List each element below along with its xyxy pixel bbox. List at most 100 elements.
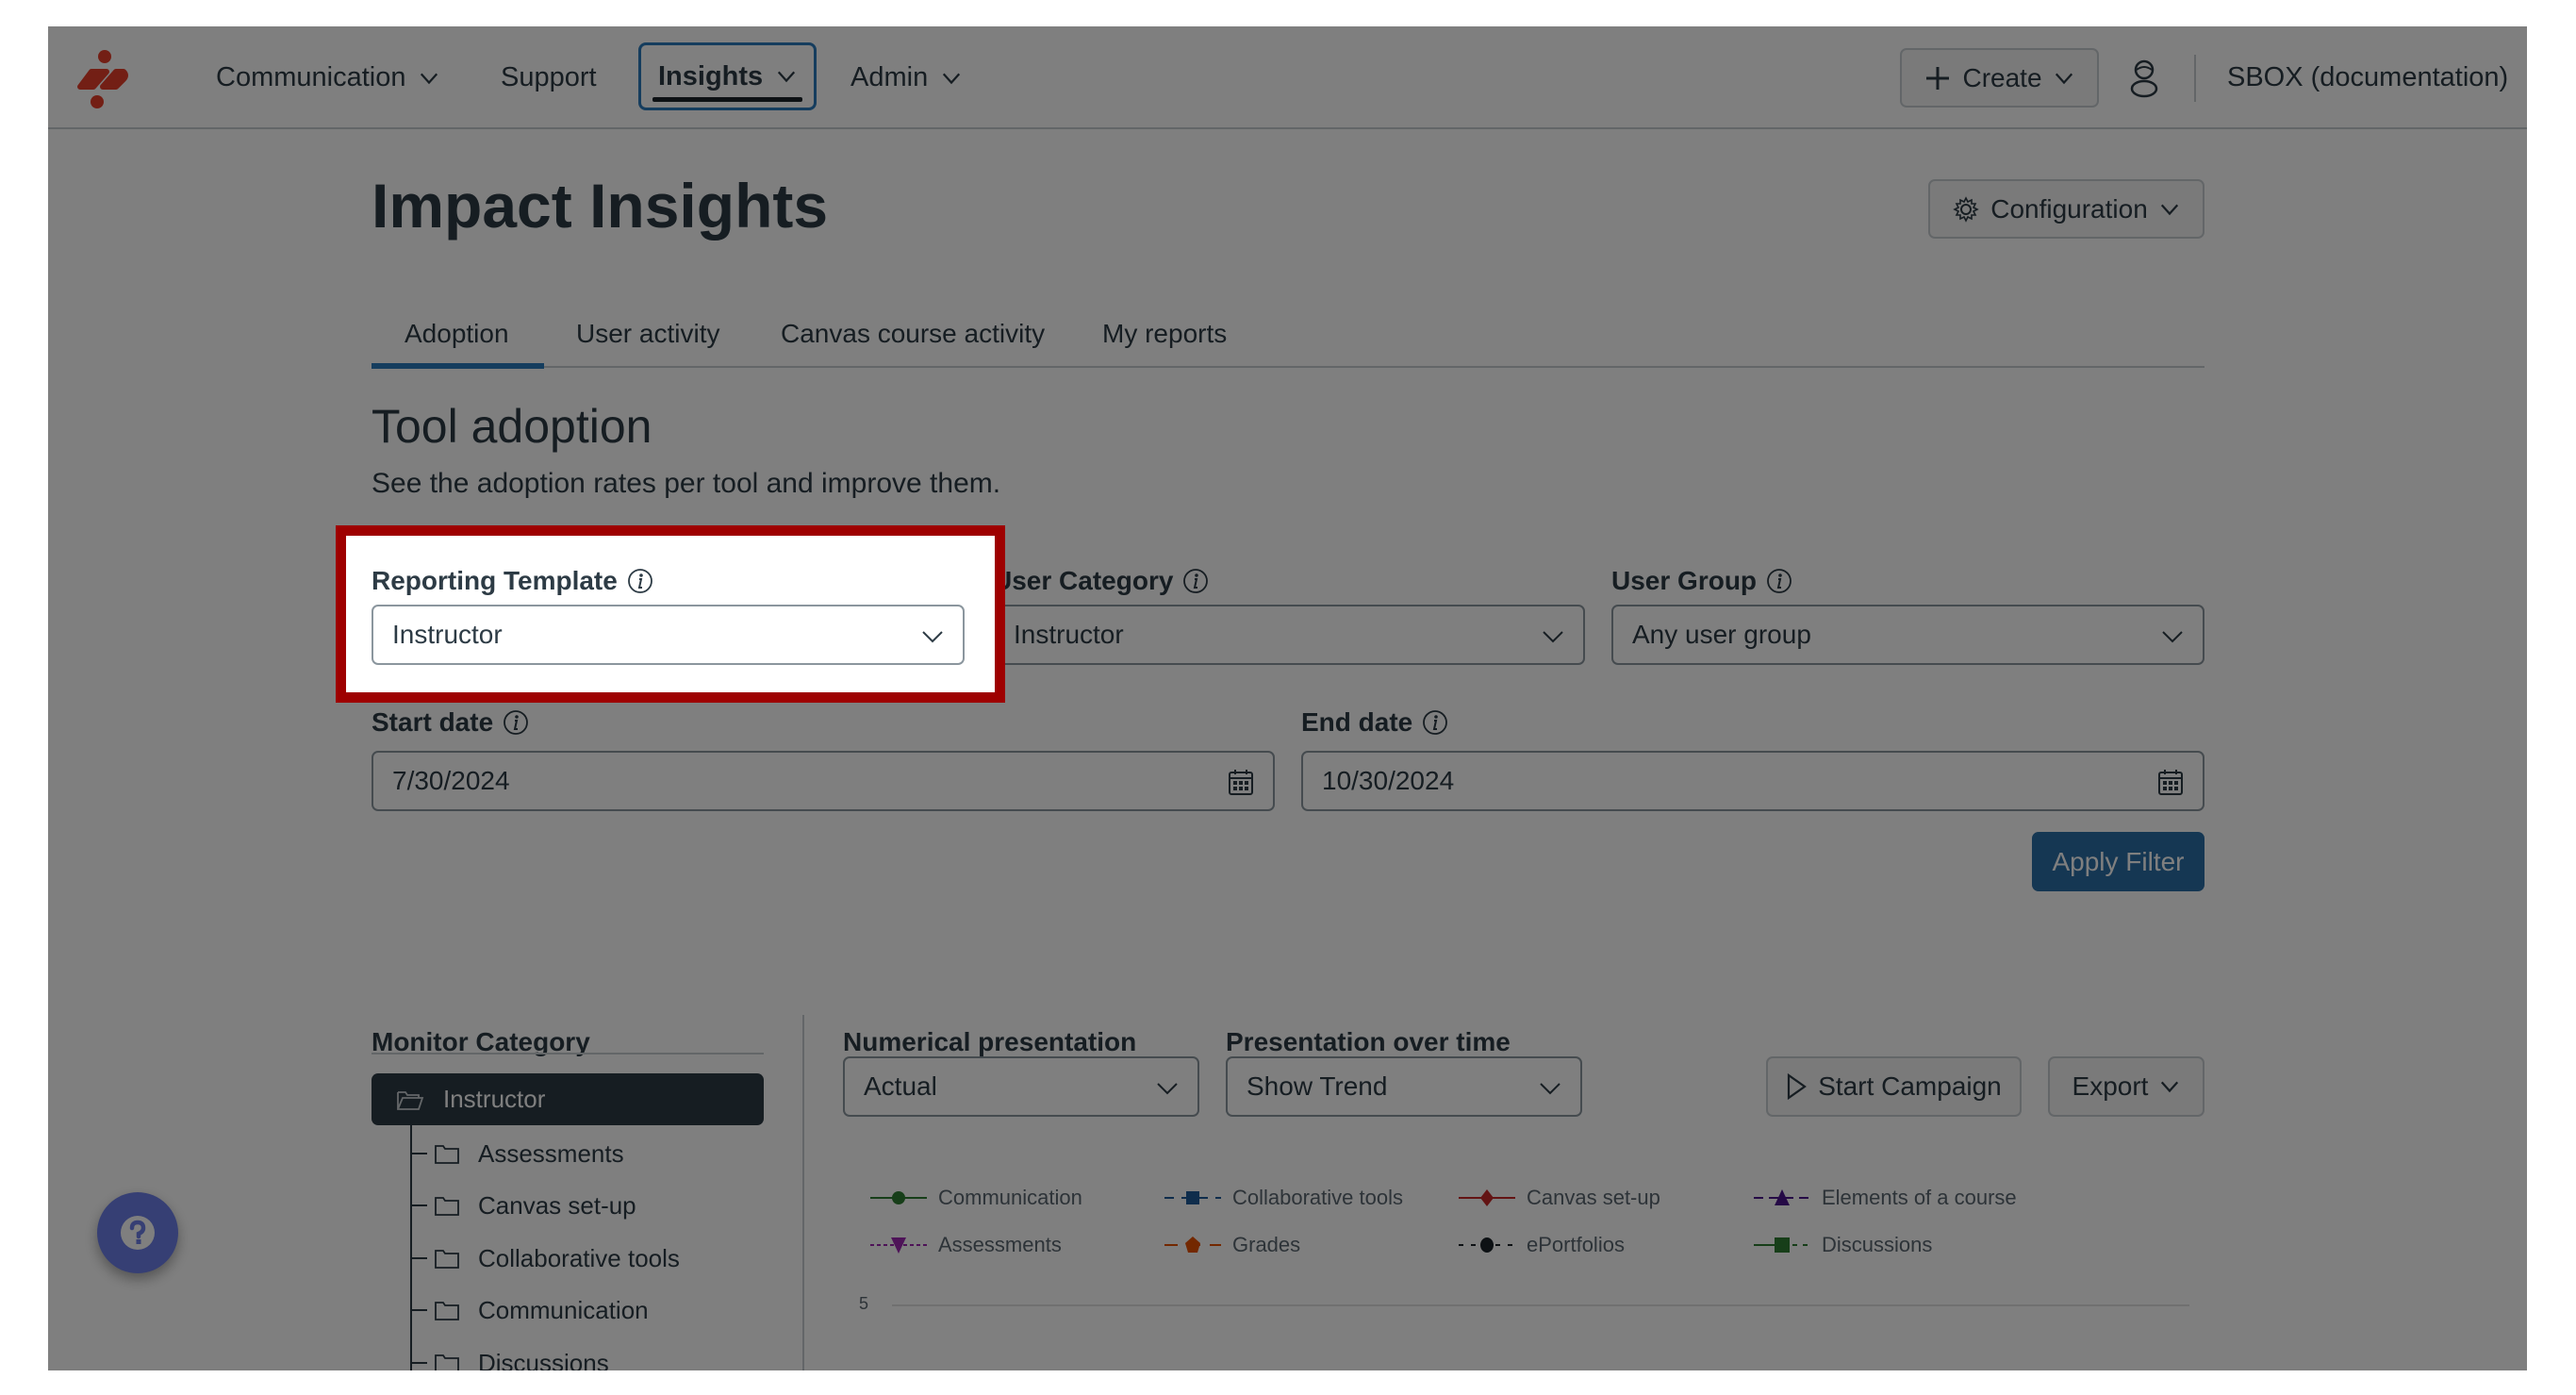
legend-item-collaborative-tools[interactable]: Collaborative tools	[1164, 1186, 1403, 1210]
legend-item-grades[interactable]: Grades	[1164, 1233, 1300, 1257]
apply-filter-button[interactable]: Apply Filter	[2032, 832, 2204, 891]
presentation-over-time-select[interactable]: Show Trend	[1226, 1056, 1582, 1117]
nav-insights[interactable]: Insights	[638, 42, 817, 110]
calendar-icon[interactable]	[2157, 768, 2184, 796]
folder-open-icon	[397, 1090, 424, 1110]
legend-item-elements-of-a-course[interactable]: Elements of a course	[1754, 1186, 2017, 1210]
info-icon[interactable]	[1766, 568, 1792, 594]
legend-item-communication[interactable]: Communication	[870, 1186, 1082, 1210]
tree-branch	[410, 1309, 427, 1311]
start-date-input[interactable]: 7/30/2024	[372, 751, 1275, 811]
export-label: Export	[2072, 1071, 2149, 1101]
nav-communication-label: Communication	[216, 62, 406, 92]
tree-item-collaborative-tools[interactable]: Collaborative tools	[410, 1239, 680, 1277]
user-account-icon[interactable]	[2128, 58, 2160, 98]
nav-admin[interactable]: Admin	[850, 26, 962, 129]
reporting-template-label-text: Reporting Template	[372, 566, 618, 595]
plus-icon	[1926, 66, 1950, 90]
legend-marker-pentagon-icon	[1164, 1237, 1221, 1253]
chevron-down-icon	[2161, 1081, 2179, 1093]
active-nav-indicator	[652, 97, 803, 102]
tree-branch	[410, 1153, 427, 1154]
numerical-presentation-select[interactable]: Actual	[843, 1056, 1199, 1117]
info-icon[interactable]	[1422, 709, 1448, 736]
legend-item-canvas-set-up[interactable]: Canvas set-up	[1459, 1186, 1660, 1210]
panel-divider	[802, 1015, 804, 1370]
numerical-presentation-label: Numerical presentation	[843, 1027, 1137, 1056]
start-campaign-label: Start Campaign	[1818, 1071, 2002, 1101]
section-title: Tool adoption	[372, 400, 652, 453]
tab-user-activity[interactable]: User activity	[576, 319, 719, 349]
legend-label: Grades	[1232, 1233, 1301, 1256]
tree-item-label: Canvas set-up	[478, 1190, 636, 1220]
user-category-label: User Category	[993, 566, 1209, 596]
legend-label: ePortfolios	[1527, 1233, 1625, 1256]
legend-item-assessments[interactable]: Assessments	[870, 1233, 1062, 1257]
nav-communication[interactable]: Communication	[216, 26, 439, 129]
end-date-input[interactable]: 10/30/2024	[1301, 751, 2204, 811]
page-title: Impact Insights	[372, 171, 829, 241]
tree-item-communication[interactable]: Communication	[410, 1291, 649, 1329]
reporting-template-label: Reporting Template	[372, 566, 653, 596]
user-group-label-text: User Group	[1611, 566, 1758, 595]
folder-icon	[435, 1250, 459, 1269]
folder-icon	[435, 1197, 459, 1216]
legend-label: Assessments	[938, 1233, 1062, 1256]
tab-canvas-course-activity[interactable]: Canvas course activity	[781, 319, 1045, 349]
legend-item-discussions[interactable]: Discussions	[1754, 1233, 1932, 1257]
export-button[interactable]: Export	[2048, 1056, 2204, 1117]
info-icon[interactable]	[503, 709, 529, 736]
tree-item-label: Assessments	[478, 1138, 624, 1168]
end-date-label-text: End date	[1301, 707, 1413, 737]
tree-item-instructor-label: Instructor	[443, 1085, 546, 1113]
start-date-label-text: Start date	[372, 707, 494, 737]
reporting-template-value: Instructor	[392, 620, 503, 649]
chevron-down-icon	[2055, 73, 2072, 84]
reporting-template-select[interactable]: Instructor	[372, 605, 965, 665]
chevron-down-icon	[421, 73, 438, 84]
user-category-select[interactable]: Instructor	[993, 605, 1585, 665]
create-button[interactable]: Create	[1900, 48, 2099, 108]
info-icon[interactable]	[1182, 568, 1209, 594]
tree-item-instructor[interactable]: Instructor	[372, 1073, 764, 1125]
tree-item-discussions[interactable]: Discussions	[410, 1344, 609, 1370]
account-switcher[interactable]: SBOX (documentation)	[2227, 26, 2508, 129]
calendar-icon[interactable]	[1228, 768, 1254, 796]
nav-support-label: Support	[501, 62, 597, 92]
active-tab-indicator	[372, 363, 544, 369]
top-nav-bar: Communication Support Insights Admin Cre…	[48, 26, 2527, 129]
legend-label: Collaborative tools	[1232, 1186, 1403, 1209]
nav-support[interactable]: Support	[501, 26, 597, 129]
help-button[interactable]	[97, 1192, 178, 1273]
tab-my-reports[interactable]: My reports	[1102, 319, 1227, 349]
legend-label: Elements of a course	[1822, 1186, 2017, 1209]
tree-item-canvas-set-up[interactable]: Canvas set-up	[410, 1187, 636, 1224]
legend-marker-diamond-icon	[1459, 1189, 1515, 1206]
legend-marker-circle-icon	[1459, 1237, 1515, 1253]
tree-branch	[410, 1362, 427, 1364]
tree-item-label: Communication	[478, 1295, 649, 1324]
gear-icon	[1953, 195, 1980, 223]
info-icon[interactable]	[627, 568, 653, 594]
account-label: SBOX (documentation)	[2227, 62, 2509, 92]
presentation-over-time-label: Presentation over time	[1226, 1027, 1511, 1056]
insights-tabs: Adoption User activity Canvas course act…	[372, 309, 2204, 369]
configuration-button[interactable]: Configuration	[1928, 179, 2204, 239]
tree-branch	[410, 1204, 427, 1206]
tab-adoption[interactable]: Adoption	[405, 319, 509, 349]
legend-item-eportfolios[interactable]: ePortfolios	[1459, 1233, 1625, 1257]
end-date-value: 10/30/2024	[1322, 766, 1455, 795]
user-group-value: Any user group	[1632, 620, 1811, 649]
chevron-down-icon	[778, 71, 796, 83]
section-subtitle: See the adoption rates per tool and impr…	[372, 468, 1001, 499]
tree-item-label: Discussions	[478, 1348, 609, 1371]
start-campaign-button[interactable]: Start Campaign	[1766, 1056, 2022, 1117]
user-group-select[interactable]: Any user group	[1611, 605, 2204, 665]
legend-marker-triangle-up-icon	[1754, 1189, 1810, 1205]
chevron-down-icon	[2160, 204, 2178, 215]
tree-item-assessments[interactable]: Assessments	[410, 1135, 624, 1172]
canvas-logo[interactable]	[67, 49, 135, 109]
user-category-value: Instructor	[1014, 620, 1124, 649]
legend-marker-square-icon	[1164, 1191, 1221, 1204]
y-axis-tick-label: 5	[859, 1294, 869, 1313]
